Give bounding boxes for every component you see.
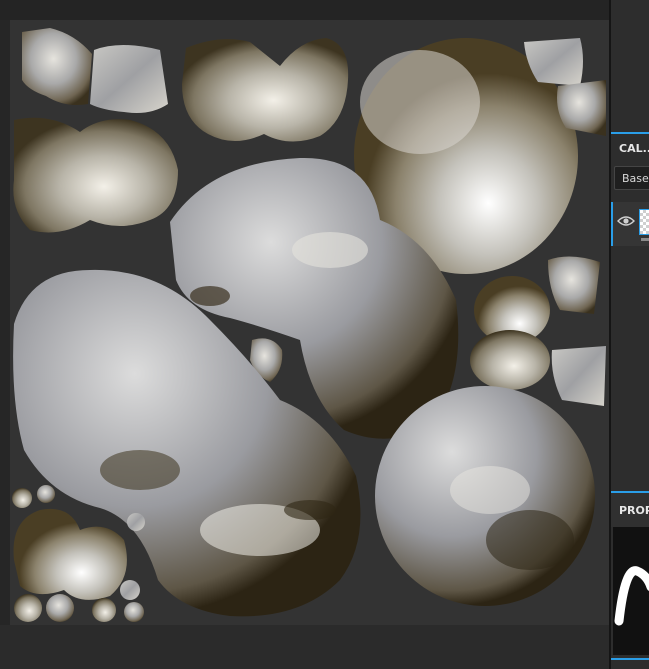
layer-mask-indicator [641, 238, 649, 241]
viewport-toolbar [0, 0, 609, 20]
eye-icon[interactable] [617, 214, 635, 228]
uv-texture-map[interactable] [10, 20, 609, 625]
bottom-panel-accent [611, 658, 649, 660]
brush-stroke-icon [614, 566, 649, 626]
brush-stroke-preview [613, 527, 649, 655]
blend-mode-select[interactable]: Base [614, 166, 649, 190]
right-panel-top [611, 0, 649, 132]
layer-item[interactable] [611, 202, 649, 246]
uv-viewport[interactable] [0, 20, 609, 669]
properties-panel-title: PROP [619, 504, 649, 517]
uv-island-bottom-right-circle [375, 386, 595, 606]
right-panel: CAL... Base PROP [611, 0, 649, 669]
layer-thumbnail[interactable] [639, 209, 649, 235]
layers-panel-accent [611, 132, 649, 134]
uv-island-top-left-small [13, 28, 179, 233]
layers-panel-title: CAL... [619, 142, 649, 155]
viewport-status-strip [0, 625, 609, 669]
